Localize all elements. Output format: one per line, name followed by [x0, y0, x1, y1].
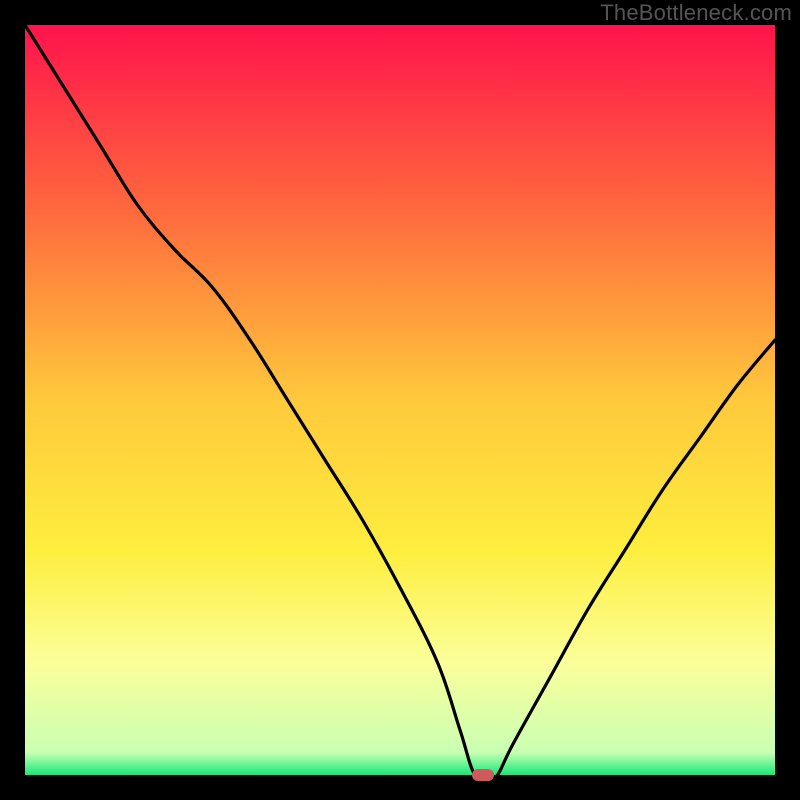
gradient-background — [25, 25, 775, 775]
min-point-marker — [472, 769, 494, 781]
chart-svg — [25, 25, 775, 775]
plot-area — [25, 25, 775, 775]
chart-frame: TheBottleneck.com — [0, 0, 800, 800]
watermark-label: TheBottleneck.com — [600, 0, 792, 26]
